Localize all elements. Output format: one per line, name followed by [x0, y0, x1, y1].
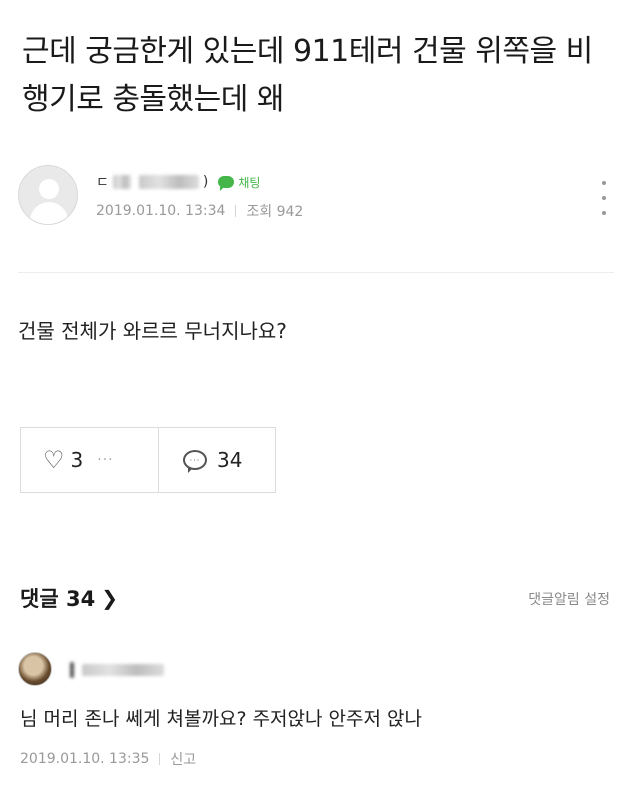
comment-notification-setting[interactable]: 댓글알림 설정 [528, 589, 610, 609]
author-nickname-start: ㄷ [96, 175, 109, 191]
like-button[interactable]: ♡ 3 ··· [21, 428, 159, 492]
view-count: 조회 942 [246, 204, 304, 220]
post-date: 2019.01.10. 13:34 [96, 203, 226, 219]
chat-label: 채팅 [238, 175, 261, 190]
meta-divider [235, 205, 237, 217]
comment-date: 2019.01.10. 13:35 [20, 751, 150, 767]
heart-icon: ♡ [43, 446, 65, 474]
chevron-right-icon: ❯ [101, 586, 118, 610]
nickname-blur [82, 664, 164, 676]
comment-text: 님 머리 존나 쎄게 쳐볼까요? 주저앉나 안주저 앉나 [20, 708, 422, 730]
nickname-blur [138, 175, 199, 189]
author-nickname-end: ) [202, 174, 209, 190]
chat-button[interactable]: 채팅 [218, 174, 260, 191]
comment-bubble-icon: ··· [183, 450, 207, 473]
more-options-icon[interactable] [600, 181, 608, 215]
author-nickname-row[interactable]: ㄷ ) 채팅 [96, 171, 260, 193]
post-meta: 2019.01.10. 13:34 조회 942 [96, 201, 303, 221]
chat-bubble-icon [218, 176, 235, 191]
post-body: 건물 전체가 와르르 무너지나요? [18, 319, 287, 343]
comment-meta: 2019.01.10. 13:35 신고 [20, 749, 196, 769]
author-avatar[interactable] [18, 165, 78, 225]
avatar-head-shape [39, 179, 59, 199]
like-more-dots[interactable]: ··· [97, 452, 113, 468]
comments-header-label: 댓글 34 [20, 587, 96, 611]
nickname-blur [112, 175, 131, 189]
nickname-blur [70, 662, 74, 678]
commenter-avatar[interactable] [18, 652, 52, 686]
header-divider [18, 272, 614, 273]
comment-count: 34 [217, 448, 243, 472]
post-title: 근데 궁금한게 있는데 911테러 건물 위쪽을 비행기로 충돌했는데 왜 [22, 34, 593, 117]
avatar-body-shape [30, 202, 68, 224]
meta-divider [159, 753, 161, 765]
comments-header[interactable]: 댓글 34 ❯ [20, 583, 118, 613]
report-button[interactable]: 신고 [170, 749, 196, 769]
like-count: 3 [70, 448, 84, 472]
reaction-bar: ♡ 3 ··· ··· 34 [20, 427, 276, 493]
author-info: ㄷ ) 채팅 2019.01.10. 13:34 조회 942 [18, 165, 614, 235]
comment-button[interactable]: ··· 34 [159, 428, 275, 492]
commenter-nickname[interactable] [66, 662, 168, 678]
